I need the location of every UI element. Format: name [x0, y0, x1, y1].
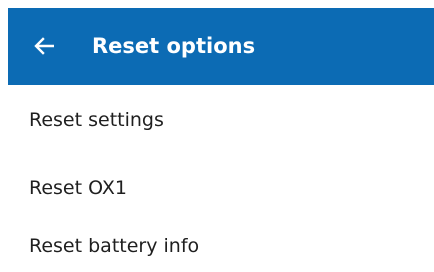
menu-item-reset-settings[interactable]: Reset settings [8, 85, 434, 155]
menu-item-label: Reset OX1 [29, 177, 127, 199]
menu-list: Reset settings Reset OX1 Reset battery i… [8, 85, 434, 272]
arrow-left-icon [34, 37, 54, 55]
menu-item-reset-ox1[interactable]: Reset OX1 [8, 155, 434, 221]
page-title: Reset options [92, 34, 256, 58]
menu-item-label: Reset settings [29, 109, 164, 131]
screen: Reset options Reset settings Reset OX1 R… [0, 0, 434, 272]
menu-item-reset-battery-info[interactable]: Reset battery info [8, 221, 434, 272]
app-bar: Reset options [8, 8, 434, 85]
back-button[interactable] [30, 32, 58, 60]
menu-item-label: Reset battery info [29, 235, 200, 257]
